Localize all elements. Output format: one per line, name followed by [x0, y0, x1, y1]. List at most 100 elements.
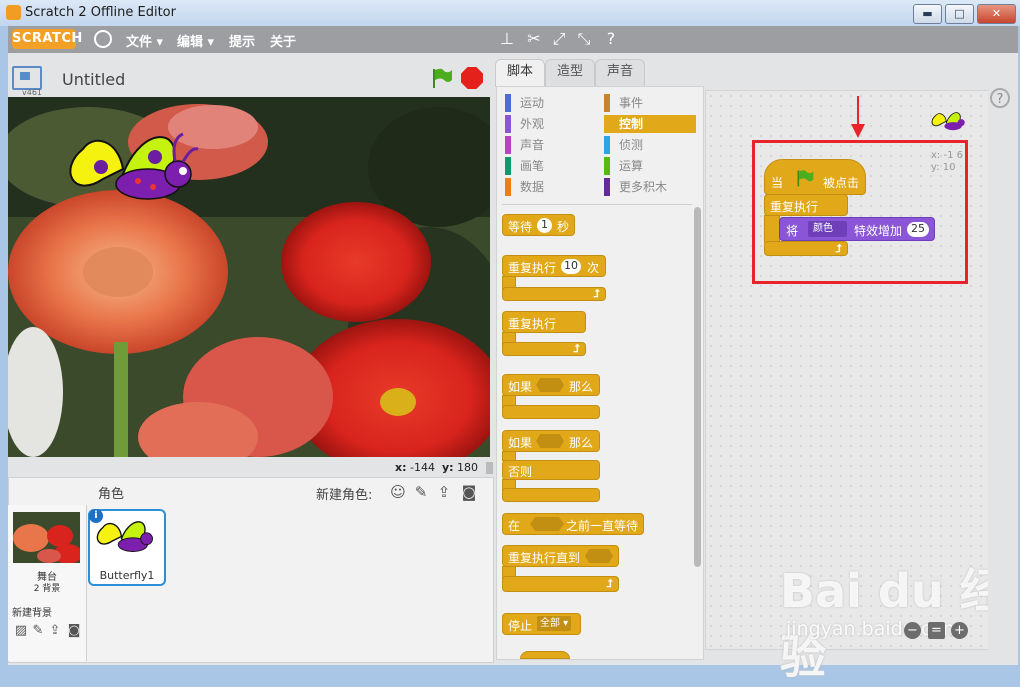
block-stop-dropdown[interactable]: 全部 ▾	[537, 616, 572, 631]
help-circle-icon[interactable]: ?	[990, 88, 1010, 108]
language-globe-icon[interactable]	[94, 30, 112, 48]
category-pen[interactable]: 画笔	[505, 157, 597, 175]
delete-icon[interactable]: ✂	[523, 29, 545, 49]
block-stop[interactable]: 停止 全部 ▾	[502, 613, 581, 635]
block-if[interactable]: 如果 那么	[502, 374, 600, 396]
category-list-left: 运动 外观 声音 画笔 数据	[505, 94, 597, 196]
block-forever[interactable]: 重复执行	[502, 311, 586, 333]
category-more-blocks[interactable]: 更多积木	[604, 178, 696, 196]
block-repeat-until[interactable]: 重复执行直到	[502, 545, 619, 567]
menu-about[interactable]: 关于	[270, 31, 296, 50]
mouse-coordinates: x: -144 y: 180	[395, 461, 478, 474]
category-list-right: 事件 控制 侦测 运算 更多积木	[604, 94, 696, 196]
paint-backdrop-icon[interactable]: ✎	[29, 623, 47, 639]
block-wait-until[interactable]: 在 之前一直等待	[502, 513, 644, 535]
menu-tips[interactable]: 提示	[229, 31, 255, 50]
category-sensing[interactable]: 侦测	[604, 136, 696, 154]
close-button[interactable]: ✕	[977, 4, 1016, 24]
block-forever-label: 重复执行	[508, 317, 557, 331]
block-wait-until-slot[interactable]	[530, 517, 564, 531]
green-flag-icon[interactable]	[430, 67, 454, 89]
app-icon	[6, 5, 21, 20]
block-if-then-label: 那么	[569, 380, 594, 394]
new-sprite-label: 新建角色:	[316, 488, 373, 503]
block-wait-until-label: 在	[508, 519, 521, 533]
stage-collapse-handle[interactable]	[486, 462, 493, 474]
block-repeat-input[interactable]: 10	[561, 259, 581, 274]
new-backdrop-label: 新建背景	[12, 608, 52, 619]
block-repeat-until-slot[interactable]	[585, 549, 613, 563]
block-repeat-until-label: 重复执行直到	[508, 551, 581, 565]
category-data[interactable]: 数据	[505, 178, 597, 196]
sprite-library-icon[interactable]: ☺	[387, 482, 409, 502]
block-if-condition-slot[interactable]	[536, 378, 564, 392]
sprite-info-icon[interactable]: i	[89, 509, 103, 523]
x-label: x:	[395, 461, 407, 474]
category-looks[interactable]: 外观	[505, 115, 597, 133]
y-value: 180	[457, 461, 479, 474]
paint-sprite-icon[interactable]: ✎	[410, 482, 432, 502]
x-value: -144	[410, 461, 435, 474]
stage-size-toggle-icon[interactable]	[12, 66, 42, 90]
maximize-button[interactable]: □	[945, 4, 974, 24]
sprite-name: Butterfly1	[99, 569, 155, 582]
sprite-x-readout: x: -1 6	[931, 150, 963, 161]
zoom-in-icon[interactable]: +	[951, 622, 968, 639]
block-stop-label: 停止	[508, 619, 533, 633]
category-sound[interactable]: 声音	[505, 136, 597, 154]
block-if-else-condition-slot[interactable]	[536, 434, 564, 448]
block-partial	[520, 651, 570, 659]
category-control[interactable]: 控制	[604, 115, 696, 133]
camera-sprite-icon[interactable]: ◙	[458, 482, 480, 502]
tab-costumes[interactable]: 造型	[545, 59, 595, 86]
category-motion[interactable]: 运动	[505, 94, 597, 112]
upload-backdrop-icon[interactable]: ⇪	[46, 623, 64, 639]
minimize-button[interactable]: ▬	[913, 4, 942, 24]
menu-file[interactable]: 文件 ▾	[126, 31, 163, 50]
menu-edit[interactable]: 编辑 ▾	[177, 31, 214, 50]
zoom-out-icon[interactable]: −	[904, 622, 921, 639]
backdrop-count: 2 背景	[33, 584, 61, 594]
block-forever-foot: ⮥	[502, 342, 586, 356]
block-wait-until-suffix: 之前一直等待	[566, 519, 639, 533]
tab-scripts[interactable]: 脚本	[495, 59, 545, 87]
zoom-reset-icon[interactable]: =	[928, 622, 945, 639]
window-title: Scratch 2 Offline Editor	[25, 5, 176, 20]
shrink-icon[interactable]: ⤡	[573, 29, 595, 49]
palette-scrollbar[interactable]	[694, 207, 701, 567]
menubar: SCRATCH 文件 ▾ 编辑 ▾ 提示 关于 ⊥ ✂ ⤢ ⤡ ?	[8, 26, 1018, 53]
duplicate-icon[interactable]: ⊥	[496, 29, 518, 49]
right-strip	[988, 86, 1016, 658]
block-if-label: 如果	[508, 380, 533, 394]
annotation-arrow	[857, 96, 859, 126]
tab-sounds[interactable]: 声音	[595, 59, 645, 86]
version-label: v461	[22, 88, 43, 97]
block-if-else[interactable]: 如果 那么	[502, 430, 600, 452]
palette-divider	[502, 204, 692, 205]
stage-thumbnail[interactable]	[13, 512, 80, 563]
block-repeat-foot: ⮥	[502, 287, 606, 301]
camera-backdrop-icon[interactable]: ◙	[65, 623, 83, 639]
sprites-label: 角色	[98, 487, 125, 502]
block-if-else-foot	[502, 488, 600, 502]
block-wait-input[interactable]: 1	[537, 218, 552, 233]
block-repeat-label: 重复执行	[508, 261, 557, 275]
upload-sprite-icon[interactable]: ⇪	[433, 482, 455, 502]
current-sprite-mini-icon	[931, 112, 965, 131]
block-wait-label: 等待	[508, 220, 533, 234]
backdrop-library-icon[interactable]: ▨	[12, 623, 30, 639]
block-repeat[interactable]: 重复执行 10 次	[502, 255, 606, 277]
sprite-thumbnail	[96, 521, 153, 552]
category-events[interactable]: 事件	[604, 94, 696, 112]
block-repeat-until-foot: ⮥	[502, 576, 619, 592]
category-operators[interactable]: 运算	[604, 157, 696, 175]
scratch-logo[interactable]: SCRATCH	[12, 29, 82, 49]
block-if-else-middle: 否则	[502, 460, 600, 480]
grow-icon[interactable]: ⤢	[548, 29, 570, 49]
help-icon[interactable]: ?	[600, 29, 622, 49]
stage-canvas[interactable]	[8, 97, 490, 457]
block-else-label: 否则	[508, 465, 533, 479]
block-wait[interactable]: 等待 1 秒	[502, 214, 575, 236]
block-if-else-label: 如果	[508, 436, 533, 450]
project-title[interactable]: Untitled	[62, 70, 125, 89]
